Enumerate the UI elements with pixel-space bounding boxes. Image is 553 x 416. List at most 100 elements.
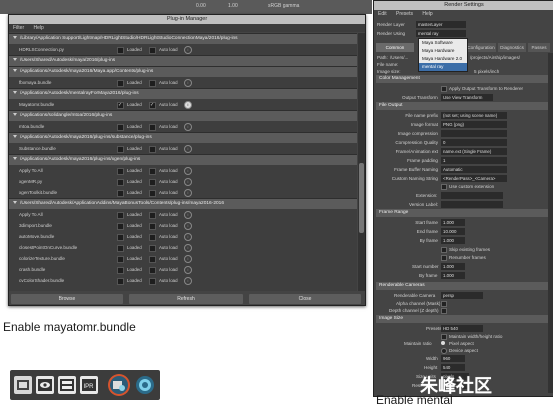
collapse-triangle-icon[interactable] (13, 69, 17, 73)
collapse-triangle-icon[interactable] (13, 91, 17, 95)
loaded-checkbox[interactable] (117, 80, 124, 87)
plugin-section-header[interactable]: /Users/Shared/Autodesk/ApplicationAddins… (9, 198, 357, 209)
option-mental-ray[interactable]: mental ray (419, 63, 467, 71)
field-value[interactable]: name.ext (Single Frame) (441, 148, 507, 155)
plugin-section-header[interactable]: /Applications/Autodesk/maya2016/plug-ins… (9, 154, 357, 165)
autoload-checkbox[interactable] (149, 179, 156, 186)
loaded-checkbox[interactable] (117, 245, 124, 252)
autoload-checkbox[interactable] (149, 223, 156, 230)
loaded-checkbox[interactable] (117, 223, 124, 230)
loaded-checkbox[interactable] (117, 124, 124, 131)
collapse-triangle-icon[interactable] (13, 135, 17, 139)
extension-field[interactable] (441, 192, 503, 199)
loaded-checkbox[interactable] (117, 267, 124, 274)
field-value[interactable]: Automatic (441, 166, 507, 173)
field-value[interactable]: 1.000 (441, 219, 465, 226)
info-icon[interactable]: i (184, 255, 192, 263)
info-icon[interactable]: i (184, 222, 192, 230)
autoload-checkbox[interactable] (149, 80, 156, 87)
plugin-section-header[interactable]: /Applications/Autodesk/maya2016/Maya.app… (9, 66, 357, 77)
field-value[interactable]: <RenderPass>_<Camera> (441, 175, 507, 182)
section-renderable-cameras[interactable]: Renderable Cameras (376, 282, 551, 290)
option-maya-software[interactable]: Maya Software (419, 39, 467, 47)
version-label-field[interactable] (441, 201, 503, 208)
tab-passes[interactable]: Passes (528, 43, 550, 52)
loaded-checkbox[interactable] (117, 100, 124, 111)
output-transform-dropdown[interactable]: Use View Transform (441, 94, 493, 101)
tab-configuration[interactable]: Configuration (466, 43, 496, 52)
field-value[interactable]: 10.000 (441, 228, 465, 235)
loaded-checkbox[interactable] (117, 234, 124, 241)
collapse-triangle-icon[interactable] (13, 58, 17, 62)
section-frame-range[interactable]: Frame Range (376, 209, 551, 217)
loaded-checkbox[interactable] (117, 146, 124, 153)
info-icon[interactable]: i (184, 145, 192, 153)
gamma-field-2[interactable]: 1.00 (228, 3, 238, 9)
colorspace-dropdown[interactable]: sRGB gamma (268, 3, 299, 9)
render-settings-scrollbar[interactable] (548, 53, 553, 393)
autoload-checkbox[interactable] (149, 168, 156, 175)
info-icon[interactable]: i (184, 123, 192, 131)
collapse-triangle-icon[interactable] (13, 36, 17, 40)
field-value[interactable]: 0 (441, 139, 507, 146)
tab-diagnostics[interactable]: Diagnostics (498, 43, 526, 52)
presets-dropdown[interactable]: HD 540 (441, 325, 483, 332)
loaded-checkbox[interactable] (117, 47, 124, 54)
custom-ext-checkbox[interactable] (441, 184, 447, 190)
start-number-field[interactable]: 1.000 (441, 263, 465, 270)
info-icon[interactable]: i (184, 244, 192, 252)
close-button[interactable]: Close (249, 294, 361, 304)
apply-output-checkbox[interactable] (441, 86, 447, 92)
field-value[interactable]: PNG (png) (441, 121, 507, 128)
plugin-list-scrollbar[interactable] (358, 33, 365, 291)
refresh-button[interactable]: Refresh (129, 294, 243, 304)
info-icon[interactable]: i (184, 211, 192, 219)
collapse-triangle-icon[interactable] (13, 157, 17, 161)
section-file-output[interactable]: File Output (376, 102, 551, 110)
loaded-checkbox[interactable] (117, 179, 124, 186)
by-frame2-field[interactable]: 1.000 (441, 272, 465, 279)
renumber-checkbox[interactable] (441, 255, 447, 261)
render-frame-icon[interactable] (58, 376, 76, 394)
info-icon[interactable]: i (184, 167, 192, 175)
autoload-checkbox[interactable] (149, 47, 156, 54)
info-icon[interactable]: i (184, 46, 192, 54)
width-field[interactable]: 960 (441, 355, 465, 362)
tab-common[interactable]: Common (376, 43, 414, 52)
loaded-checkbox[interactable] (117, 168, 124, 175)
plugin-section-header[interactable]: /Library/Application Support/Lightmap/HD… (9, 33, 357, 44)
hypershade-icon[interactable] (136, 376, 154, 394)
autoload-checkbox[interactable] (149, 190, 156, 197)
autoload-checkbox[interactable] (149, 212, 156, 219)
menu-edit[interactable]: Edit (378, 11, 387, 17)
collapse-triangle-icon[interactable] (13, 201, 17, 205)
autoload-checkbox[interactable] (149, 245, 156, 252)
render-region-icon[interactable] (14, 376, 32, 394)
info-icon[interactable]: i (184, 266, 192, 274)
scroll-thumb[interactable] (359, 163, 364, 233)
depth-checkbox[interactable] (441, 308, 447, 314)
render-view-icon[interactable] (36, 376, 54, 394)
browse-button[interactable]: Browse (11, 294, 123, 304)
menu-filter[interactable]: Filter (13, 25, 24, 31)
loaded-checkbox[interactable] (117, 256, 124, 263)
option-maya-hardware[interactable]: Maya Hardware (419, 47, 467, 55)
loaded-checkbox[interactable] (117, 212, 124, 219)
menu-help-rs[interactable]: Help (422, 11, 432, 17)
plugin-section-header[interactable]: /Applications/solidangle/mtoa/2016/plug-… (9, 110, 357, 121)
renderable-camera-dropdown[interactable]: persp (441, 292, 483, 299)
menu-help[interactable]: Help (34, 25, 44, 31)
field-value[interactable]: 1.000 (441, 237, 465, 244)
render-using-dropdown[interactable]: mental ray (416, 30, 466, 37)
loaded-checkbox[interactable] (117, 190, 124, 197)
autoload-checkbox[interactable] (149, 267, 156, 274)
info-icon[interactable]: i (184, 79, 192, 87)
collapse-triangle-icon[interactable] (13, 113, 17, 117)
field-value[interactable] (441, 130, 507, 137)
menu-presets[interactable]: Presets (396, 11, 413, 17)
autoload-checkbox[interactable] (149, 256, 156, 263)
field-value[interactable]: (not set; using scene name) (441, 112, 507, 119)
ipr-icon[interactable]: IPR (80, 376, 98, 394)
plugin-section-header[interactable]: /Applications/Autodesk/mentalrayForMaya2… (9, 88, 357, 99)
section-color-management[interactable]: Color Management (376, 75, 551, 83)
